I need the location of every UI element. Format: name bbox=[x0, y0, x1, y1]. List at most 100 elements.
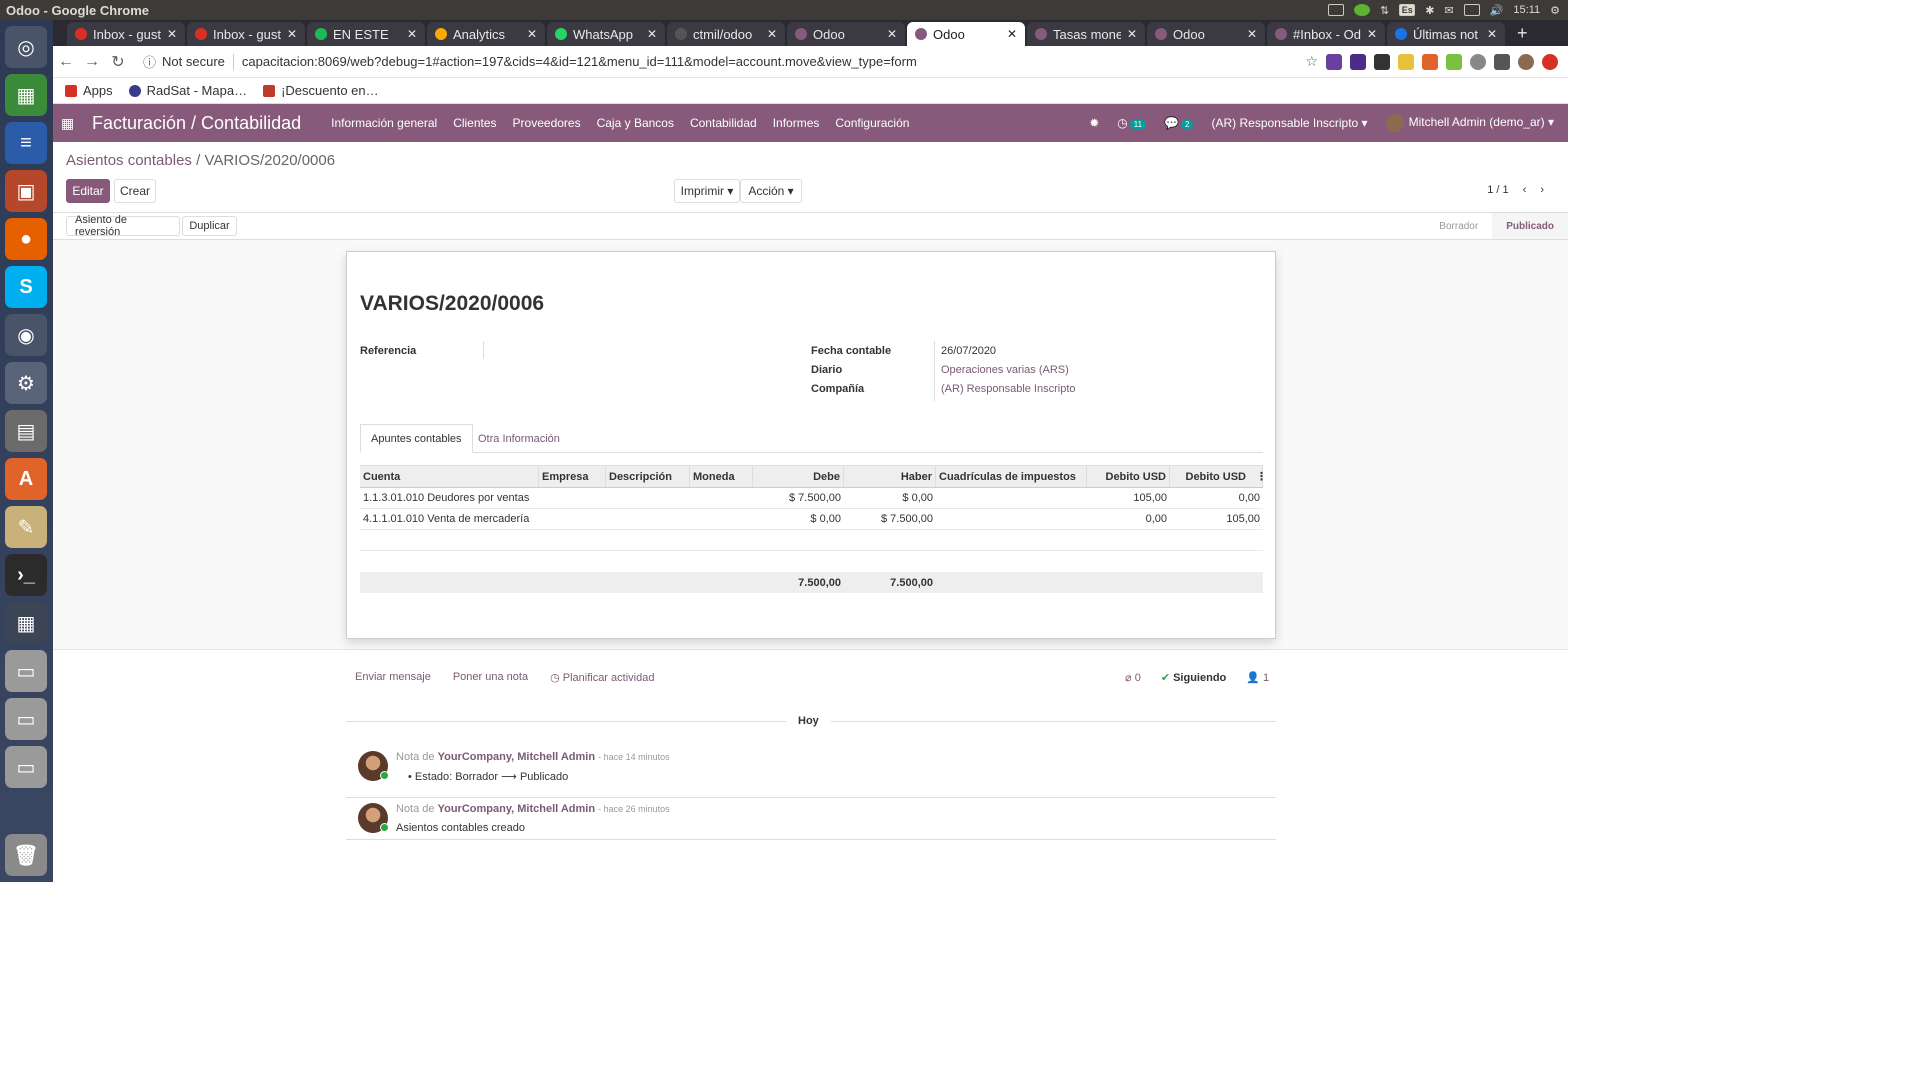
url-text[interactable]: capacitacion:8069/web?debug=1#action=197… bbox=[242, 54, 917, 69]
browser-tab[interactable]: Odoo ✕ bbox=[907, 22, 1025, 46]
chevron-right-icon[interactable]: › bbox=[1540, 184, 1544, 196]
apps-menu-icon[interactable]: ▦ bbox=[61, 115, 87, 132]
menu-item[interactable]: Configuración bbox=[835, 116, 909, 130]
extension-icon[interactable] bbox=[1326, 53, 1342, 70]
system-settings-icon[interactable]: ⚙ bbox=[5, 362, 47, 404]
action-dropdown[interactable]: Acción ▾ bbox=[740, 179, 802, 203]
files-icon[interactable]: ▤ bbox=[5, 410, 47, 452]
tab-close-icon[interactable]: ✕ bbox=[287, 27, 297, 41]
tab-close-icon[interactable]: ✕ bbox=[1247, 27, 1257, 41]
new-tab-icon[interactable]: + bbox=[1507, 23, 1538, 46]
debug-bug-icon[interactable]: ✹ bbox=[1089, 116, 1099, 130]
bookmark-star-icon[interactable]: ☆ bbox=[1305, 53, 1318, 70]
browser-tab[interactable]: Últimas not ✕ bbox=[1387, 22, 1505, 46]
network-icon[interactable]: ⇅ bbox=[1380, 4, 1389, 17]
address-bar[interactable]: ⓘ Not secure capacitacion:8069/web?debug… bbox=[143, 50, 1305, 74]
menu-item[interactable]: Proveedores bbox=[513, 116, 581, 130]
extension-icon[interactable] bbox=[1422, 53, 1438, 70]
activity-clock-icon[interactable]: ◷ 11 bbox=[1117, 116, 1147, 130]
extension-icon[interactable] bbox=[1542, 53, 1558, 70]
company-switcher[interactable]: (AR) Responsable Inscripto ▾ bbox=[1211, 116, 1367, 130]
column-header[interactable]: Cuadrículas de impuestos bbox=[936, 466, 1087, 487]
tab-close-icon[interactable]: ✕ bbox=[167, 27, 177, 41]
column-header[interactable]: Debito USD bbox=[1170, 466, 1263, 487]
tab-other-info[interactable]: Otra Información bbox=[468, 424, 570, 453]
profile-avatar-icon[interactable] bbox=[1518, 53, 1534, 70]
bluetooth-icon[interactable]: ✱ bbox=[1425, 4, 1434, 17]
column-header[interactable]: Haber bbox=[844, 466, 936, 487]
spreadsheet-icon[interactable]: ▦ bbox=[5, 74, 47, 116]
tab-close-icon[interactable]: ✕ bbox=[767, 27, 777, 41]
tab-close-icon[interactable]: ✕ bbox=[647, 27, 657, 41]
followers-button[interactable]: 👤 1 bbox=[1246, 671, 1269, 684]
extension-icon[interactable] bbox=[1446, 53, 1462, 70]
browser-tab[interactable]: Analytics ✕ bbox=[427, 22, 545, 46]
reverse-entry-button[interactable]: Asiento de reversión bbox=[66, 214, 180, 238]
send-message-button[interactable]: Enviar mensaje bbox=[355, 671, 431, 684]
edit-button[interactable]: Editar bbox=[66, 179, 110, 203]
media-control-icon[interactable] bbox=[1494, 53, 1510, 70]
drive-icon-2[interactable]: ▭ bbox=[5, 698, 47, 740]
create-button[interactable]: Crear bbox=[114, 179, 156, 203]
column-header[interactable]: Cuenta bbox=[360, 466, 539, 487]
battery-icon[interactable] bbox=[1463, 4, 1480, 16]
software-center-icon[interactable]: A bbox=[5, 458, 47, 500]
browser-tab[interactable]: Inbox - gust ✕ bbox=[67, 22, 185, 46]
tab-close-icon[interactable]: ✕ bbox=[887, 27, 897, 41]
info-icon[interactable]: ⓘ bbox=[143, 52, 156, 71]
log-note-button[interactable]: Poner una nota bbox=[453, 671, 528, 684]
extension-icon[interactable] bbox=[1398, 53, 1414, 70]
browser-tab[interactable]: Odoo ✕ bbox=[1147, 22, 1265, 46]
extension-icon[interactable] bbox=[1350, 53, 1366, 70]
company-link[interactable]: (AR) Responsable Inscripto bbox=[941, 383, 1076, 395]
schedule-activity-button[interactable]: ◷ Planificar actividad bbox=[550, 671, 654, 684]
bookmark-apps[interactable]: Apps bbox=[65, 83, 113, 98]
mail-icon[interactable]: ✉ bbox=[1444, 4, 1453, 17]
messaging-chat-icon[interactable]: 💬 2 bbox=[1164, 116, 1194, 130]
drive-icon-3[interactable]: ▭ bbox=[5, 746, 47, 788]
menu-item[interactable]: Caja y Bancos bbox=[597, 116, 674, 130]
browser-tab[interactable]: EN ESTE ✕ bbox=[307, 22, 425, 46]
journal-link[interactable]: Operaciones varias (ARS) bbox=[941, 364, 1069, 376]
browser-tab[interactable]: Inbox - gust ✕ bbox=[187, 22, 305, 46]
writer-icon[interactable]: ≡ bbox=[5, 122, 47, 164]
trash-icon[interactable]: 🗑 bbox=[5, 834, 47, 876]
dash-icon[interactable]: ◎ bbox=[5, 26, 47, 68]
extension-icon[interactable] bbox=[1374, 53, 1390, 70]
browser-tab[interactable]: #Inbox - Od ✕ bbox=[1267, 22, 1385, 46]
tab-close-icon[interactable]: ✕ bbox=[1007, 27, 1017, 41]
tab-close-icon[interactable]: ✕ bbox=[1127, 27, 1137, 41]
breadcrumb-parent[interactable]: Asientos contables bbox=[66, 152, 192, 169]
column-header[interactable]: Descripción bbox=[606, 466, 690, 487]
tab-close-icon[interactable]: ✕ bbox=[527, 27, 537, 41]
bookmark-radsat[interactable]: RadSat - Mapa… bbox=[128, 83, 247, 98]
extension-icon[interactable] bbox=[1470, 53, 1486, 70]
text-editor-icon[interactable]: ✎ bbox=[5, 506, 47, 548]
browser-tab[interactable]: Tasas mone ✕ bbox=[1027, 22, 1145, 46]
volume-icon[interactable]: 🔊 bbox=[1490, 4, 1504, 17]
reload-icon[interactable]: ↻ bbox=[105, 52, 131, 72]
duplicate-button[interactable]: Duplicar bbox=[182, 216, 237, 236]
settings-gear-icon[interactable]: ⚙ bbox=[1550, 4, 1560, 17]
skype-icon[interactable]: S bbox=[5, 266, 47, 308]
check-icon[interactable] bbox=[1354, 4, 1371, 16]
terminal-icon[interactable]: ›_ bbox=[5, 554, 47, 596]
column-header[interactable]: Debe bbox=[753, 466, 844, 487]
tab-close-icon[interactable]: ✕ bbox=[1367, 27, 1377, 41]
app-title[interactable]: Facturación / Contabilidad bbox=[92, 113, 301, 134]
table-row[interactable]: 4.1.1.01.010 Venta de mercadería $ 0,00 $ … bbox=[360, 509, 1263, 530]
print-dropdown[interactable]: Imprimir ▾ bbox=[674, 179, 740, 203]
tab-close-icon[interactable]: ✕ bbox=[407, 27, 417, 41]
table-row[interactable]: 1.1.3.01.010 Deudores por ventas $ 7.500,… bbox=[360, 488, 1263, 509]
keyboard-layout[interactable]: Es bbox=[1399, 4, 1416, 16]
column-header[interactable]: Debito USD bbox=[1087, 466, 1170, 487]
browser-tab[interactable]: ctmil/odoo ✕ bbox=[667, 22, 785, 46]
pager-value[interactable]: 1 / 1 bbox=[1487, 184, 1508, 196]
following-button[interactable]: ✔ Siguiendo bbox=[1161, 671, 1226, 684]
cloud-icon[interactable] bbox=[1328, 4, 1345, 16]
forward-arrow-icon[interactable]: → bbox=[79, 53, 105, 71]
browser-tab[interactable]: WhatsApp ✕ bbox=[547, 22, 665, 46]
impress-icon[interactable]: ▣ bbox=[5, 170, 47, 212]
message-author[interactable]: YourCompany, Mitchell Admin bbox=[438, 751, 595, 763]
message-author[interactable]: YourCompany, Mitchell Admin bbox=[438, 803, 595, 815]
